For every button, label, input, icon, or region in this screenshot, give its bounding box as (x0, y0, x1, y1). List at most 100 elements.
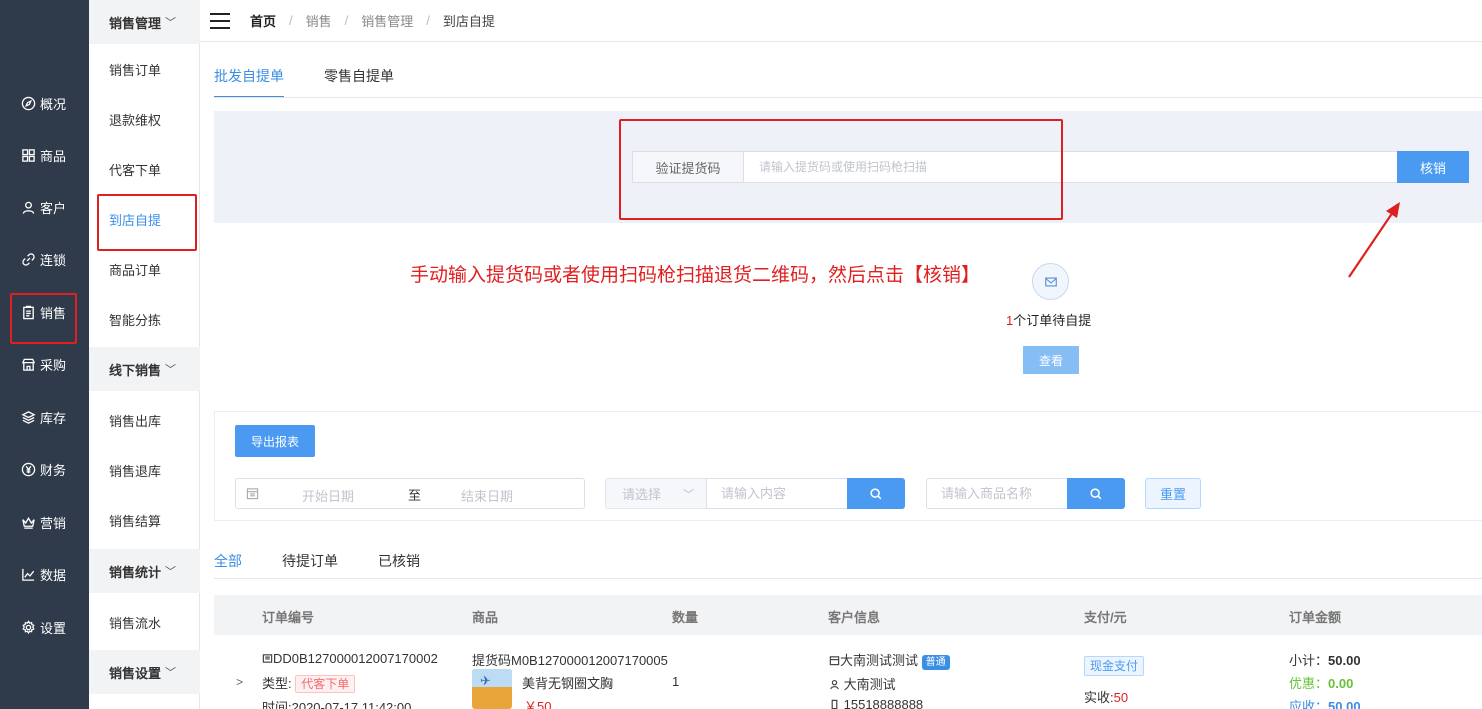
highlight-box-verify (619, 119, 1063, 220)
reset-button[interactable]: 重置 (1145, 478, 1201, 509)
customer-name: 大南测试 (829, 674, 896, 693)
subtotal-label: 小计： (1289, 653, 1329, 668)
product-price: ￥50 (524, 699, 552, 709)
nav-item-data[interactable]: 数据 (0, 548, 89, 600)
nav-label: 概况 (40, 96, 67, 112)
quantity: 1 (672, 674, 680, 689)
content-search-button[interactable] (847, 478, 905, 509)
submenu-item-flow[interactable]: 销售流水 (89, 597, 200, 647)
tab-retail[interactable]: 零售自提单 (324, 66, 394, 98)
nav-item-purchase[interactable]: 采购 (0, 338, 89, 390)
date-separator: 至 (408, 488, 422, 503)
column-header-payment: 支付/元 (1084, 610, 1127, 625)
due-value: 50.00 (1328, 699, 1361, 709)
grid-icon (20, 147, 36, 163)
submenu-group-sales-manage[interactable]: 销售管理 ﹀ (89, 0, 200, 44)
subtotal-value: 50.00 (1328, 653, 1361, 668)
search-type-select[interactable]: 请选择 ﹀ (605, 478, 707, 509)
main-nav: 概况 商品 客户 连锁 销售 采购 库存 财务 营销 数据 设置 (0, 0, 89, 709)
pickup-code: 提货码M0B127000012007170005 (472, 653, 668, 668)
column-header-amount: 订单金额 (1289, 610, 1342, 625)
group-label: 销售设置 (109, 665, 162, 681)
user-icon (829, 677, 840, 692)
nav-item-settings[interactable]: 设置 (0, 601, 89, 653)
chevron-down-icon: ﹀ (165, 566, 177, 578)
payment-method-tag: 现金支付 (1084, 656, 1145, 676)
submenu-group-settings[interactable]: 销售设置 ﹀ (89, 650, 200, 694)
breadcrumb-separator: / (344, 13, 349, 28)
order-type-tag: 代客下单 (295, 675, 356, 693)
submenu-item-refund[interactable]: 退款维权 (89, 94, 200, 144)
breadcrumb-sales[interactable]: 销售 (306, 11, 332, 30)
chart-icon (20, 566, 36, 582)
submenu-item-sales-order[interactable]: 销售订单 (89, 44, 200, 94)
customer-phone-text: 15518888888 (843, 697, 924, 709)
product-thumbnail: ✈ (472, 669, 512, 709)
chevron-down-icon: ﹀ (683, 489, 694, 501)
nav-label: 营销 (40, 515, 67, 531)
nav-label: 设置 (40, 620, 67, 636)
sub-menu: 销售管理 ﹀ 销售订单 退款维权 代客下单 到店自提 商品订单 智能分拣 线下销售… (89, 0, 200, 709)
submenu-item-settlement[interactable]: 销售结算 (89, 495, 200, 545)
yen-icon (20, 461, 36, 477)
group-label: 销售管理 (109, 15, 162, 31)
breadcrumb-separator: / (289, 13, 293, 28)
submenu-item-goods-order[interactable]: 商品订单 (89, 244, 200, 294)
due-label: 应收： (1289, 699, 1329, 709)
tab-wholesale[interactable]: 批发自提单 (214, 66, 284, 98)
menu-toggle-icon[interactable] (210, 12, 230, 29)
discount-value: 0.00 (1328, 676, 1354, 691)
breadcrumb-home[interactable]: 首页 (250, 11, 276, 30)
payment-method: 现金支付 (1084, 656, 1145, 676)
nav-item-finance[interactable]: 财务 (0, 443, 89, 495)
goods-name-input[interactable] (926, 478, 1068, 509)
pending-text: 个订单待自提 (1013, 313, 1092, 328)
gear-icon (20, 619, 36, 635)
verify-button[interactable]: 核销 (1397, 151, 1469, 183)
divider (214, 97, 1482, 98)
tab-all[interactable]: 全部 (214, 551, 242, 571)
tab-verified[interactable]: 已核销 (378, 551, 420, 571)
nav-item-overview[interactable]: 概况 (0, 77, 89, 129)
nav-item-stock[interactable]: 库存 (0, 391, 89, 443)
nav-item-customer[interactable]: 客户 (0, 181, 89, 233)
submenu-item-proxy-order[interactable]: 代客下单 (89, 144, 200, 194)
chevron-down-icon: ﹀ (165, 667, 177, 679)
breadcrumb-current: 到店自提 (442, 14, 495, 29)
order-number: DD0B127000012007170002 (262, 651, 438, 666)
breadcrumb-separator: / (426, 13, 430, 28)
status-tabs: 全部 待提订单 已核销 (214, 551, 460, 571)
submenu-item-smart-sort[interactable]: 智能分拣 (89, 294, 200, 344)
nav-item-marketing[interactable]: 营销 (0, 496, 89, 548)
document-icon (262, 651, 273, 666)
annotation-text: 手动输入提货码或者使用扫码枪扫描退货二维码，然后点击【核销】 (410, 265, 981, 286)
nav-label: 连锁 (40, 252, 67, 268)
export-report-button[interactable]: 导出报表 (235, 425, 315, 457)
submenu-item-return-stock[interactable]: 销售退库 (89, 445, 200, 495)
compass-icon (20, 95, 36, 111)
product-name[interactable]: 美背无钢圈文胸 (522, 673, 613, 692)
shop-icon (20, 356, 36, 372)
goods-search-button[interactable] (1067, 478, 1125, 509)
top-bar: 首页 / 销售 / 销售管理 / 到店自提 (200, 0, 1482, 42)
tab-pending[interactable]: 待提订单 (282, 551, 338, 571)
search-icon (870, 487, 882, 499)
paid-label: 实收: (1084, 690, 1114, 705)
customer-store: 大南测试测试 普通 (829, 650, 950, 670)
search-icon (1090, 487, 1102, 499)
nav-label: 客户 (40, 200, 67, 216)
nav-item-chain[interactable]: 连锁 (0, 233, 89, 285)
submenu-group-stats[interactable]: 销售统计 ﹀ (89, 549, 200, 593)
customer-store-text: 大南测试测试 (840, 653, 919, 668)
submenu-group-offline[interactable]: 线下销售 ﹀ (89, 347, 200, 391)
customer-level-badge: 普通 (921, 655, 950, 670)
expand-row-icon[interactable]: > (236, 675, 243, 689)
view-button[interactable]: 查看 (1023, 346, 1079, 374)
breadcrumb-sales-manage[interactable]: 销售管理 (361, 11, 413, 30)
chevron-down-icon: ﹀ (165, 17, 177, 29)
date-range-picker[interactable]: 开始日期 至 结束日期 (235, 478, 585, 509)
content-search-input[interactable] (706, 478, 848, 509)
submenu-item-out-stock[interactable]: 销售出库 (89, 395, 200, 445)
nav-item-goods[interactable]: 商品 (0, 129, 89, 181)
start-date-placeholder: 开始日期 (302, 489, 355, 504)
